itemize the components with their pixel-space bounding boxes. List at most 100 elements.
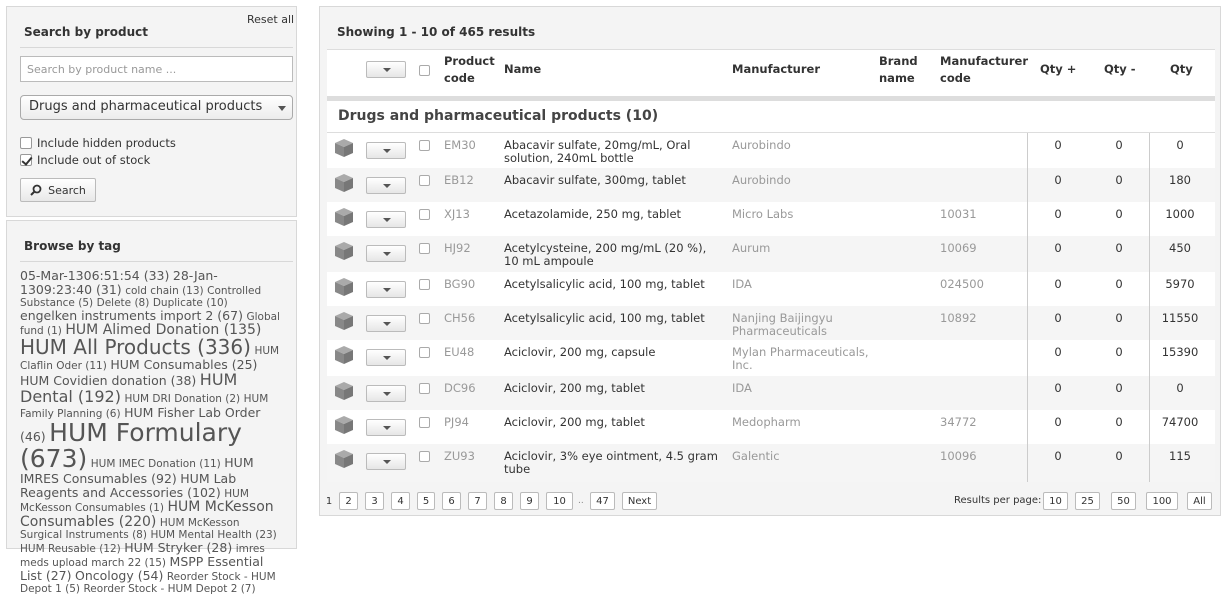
page-button[interactable]: 2 — [339, 492, 358, 510]
page-button[interactable]: 3 — [365, 492, 384, 510]
tag-link[interactable]: Reorder Stock - HUM Depot 2 (7) — [83, 583, 255, 595]
page-button[interactable]: 10 — [546, 492, 573, 510]
search-input[interactable] — [20, 56, 293, 82]
tag-link[interactable]: HUM IMEC Donation (11) — [91, 458, 221, 470]
package-icon — [335, 208, 353, 226]
header-qty-minus[interactable]: Qty - — [1104, 61, 1136, 78]
page-button[interactable]: 4 — [391, 492, 410, 510]
bulk-actions-dropdown[interactable] — [366, 61, 406, 78]
row-actions-dropdown[interactable] — [366, 245, 406, 262]
page-button[interactable]: 7 — [468, 492, 487, 510]
row-actions-dropdown[interactable] — [366, 142, 406, 159]
row-actions-dropdown[interactable] — [366, 211, 406, 228]
row-checkbox[interactable] — [419, 279, 430, 290]
search-button[interactable]: Search — [20, 178, 96, 202]
results-per-page-option[interactable]: 100 — [1146, 492, 1178, 510]
product-code[interactable]: XJ13 — [444, 207, 470, 221]
product-code[interactable]: EU48 — [444, 345, 474, 359]
results-per-page-option[interactable]: 25 — [1075, 492, 1100, 510]
table-row[interactable]: ZU93 Aciclovir, 3% eye ointment, 4.5 gram… — [327, 444, 1215, 482]
row-checkbox[interactable] — [419, 383, 430, 394]
tag-link[interactable]: HUM All Products (336) — [20, 335, 251, 359]
tag-link[interactable]: engelken instruments import 2 (67) — [20, 308, 243, 323]
qty-plus: 0 — [1054, 138, 1062, 152]
product-code[interactable]: DC96 — [444, 381, 476, 395]
table-row[interactable]: PJ94 Aciclovir, 200 mg, tablet Medopharm 34… — [327, 410, 1215, 444]
row-checkbox[interactable] — [419, 140, 430, 151]
header-manufacturer[interactable]: Manufacturer — [732, 61, 820, 78]
product-name[interactable]: Abacavir sulfate, 20mg/mL, Oral solution… — [504, 138, 724, 165]
table-row[interactable]: EB12 Abacavir sulfate, 300mg, tablet Aurob… — [327, 168, 1215, 202]
product-name[interactable]: Aciclovir, 200 mg, tablet — [504, 381, 724, 395]
results-per-page-option[interactable]: All — [1187, 492, 1212, 510]
product-code[interactable]: EM30 — [444, 138, 476, 152]
row-checkbox[interactable] — [419, 243, 430, 254]
row-checkbox[interactable] — [419, 417, 430, 428]
row-actions-dropdown[interactable] — [366, 281, 406, 298]
search-button-label: Search — [48, 183, 86, 197]
table-row[interactable]: CH56 Acetylsalicylic acid, 100 mg, tablet… — [327, 306, 1215, 340]
row-checkbox[interactable] — [419, 209, 430, 220]
results-per-page-option[interactable]: 50 — [1111, 492, 1136, 510]
product-code[interactable]: EB12 — [444, 173, 474, 187]
row-checkbox[interactable] — [419, 175, 430, 186]
row-checkbox[interactable] — [419, 347, 430, 358]
table-row[interactable]: XJ13 Acetazolamide, 250 mg, tablet Micro L… — [327, 202, 1215, 236]
product-code[interactable]: BG90 — [444, 277, 475, 291]
reset-all-link[interactable]: Reset all — [247, 13, 294, 26]
tag-link[interactable]: Oncology (54) — [75, 568, 163, 583]
header-name[interactable]: Name — [504, 61, 541, 78]
category-select[interactable]: Drugs and pharmaceutical products — [20, 95, 293, 120]
include-hidden-row[interactable]: Include hidden products — [20, 136, 176, 150]
row-actions-dropdown[interactable] — [366, 315, 406, 332]
product-name[interactable]: Acetylsalicylic acid, 100 mg, tablet — [504, 277, 724, 291]
row-actions-dropdown[interactable] — [366, 349, 406, 366]
include-hidden-checkbox[interactable] — [20, 137, 32, 149]
row-actions-dropdown[interactable] — [366, 385, 406, 402]
row-actions-dropdown[interactable] — [366, 177, 406, 194]
include-out-of-stock-checkbox[interactable] — [20, 154, 32, 166]
tag-link[interactable]: HUM Covidien donation (38) — [20, 373, 196, 388]
table-row[interactable]: EU48 Aciclovir, 200 mg, capsule Mylan Phar… — [327, 340, 1215, 376]
results-panel: Showing 1 - 10 of 465 results Product co… — [319, 6, 1221, 516]
table-row[interactable]: EM30 Abacavir sulfate, 20mg/mL, Oral solu… — [327, 133, 1215, 168]
page-button[interactable]: 5 — [417, 492, 435, 510]
search-icon — [30, 184, 42, 196]
select-all-checkbox[interactable] — [419, 65, 430, 76]
header-qty[interactable]: Qty — [1170, 61, 1193, 78]
row-actions-dropdown[interactable] — [366, 419, 406, 436]
header-qty-plus[interactable]: Qty + — [1040, 61, 1076, 78]
table-row[interactable]: HJ92 Acetylcysteine, 200 mg/mL (20 %), 10… — [327, 236, 1215, 272]
product-name[interactable]: Acetylsalicylic acid, 100 mg, tablet — [504, 311, 724, 325]
tag-link[interactable]: HUM Reusable (12) — [20, 543, 121, 555]
row-actions-dropdown[interactable] — [366, 453, 406, 470]
include-oos-row[interactable]: Include out of stock — [20, 153, 150, 167]
page-last[interactable]: 47 — [590, 492, 615, 510]
product-name[interactable]: Acetylcysteine, 200 mg/mL (20 %), 10 mL … — [504, 241, 724, 268]
product-code[interactable]: HJ92 — [444, 241, 471, 255]
table-row[interactable]: DC96 Aciclovir, 200 mg, tablet IDA 0 0 0 — [327, 376, 1215, 410]
product-name[interactable]: Abacavir sulfate, 300mg, tablet — [504, 173, 724, 187]
product-name[interactable]: Acetazolamide, 250 mg, tablet — [504, 207, 724, 221]
results-per-page-label: Results per page: — [954, 495, 1042, 506]
product-name[interactable]: Aciclovir, 200 mg, capsule — [504, 345, 724, 359]
header-manufacturer-code[interactable]: Manufacturer code — [940, 53, 1028, 86]
header-brand-name[interactable]: Brand name — [879, 53, 918, 86]
product-name[interactable]: Aciclovir, 200 mg, tablet — [504, 415, 724, 429]
page-button[interactable]: 6 — [442, 492, 461, 510]
tag-link[interactable]: cold chain (13) — [125, 285, 203, 297]
table-row[interactable]: BG90 Acetylsalicylic acid, 100 mg, tablet… — [327, 272, 1215, 306]
product-code[interactable]: PJ94 — [444, 415, 469, 429]
row-checkbox[interactable] — [419, 451, 430, 462]
row-checkbox[interactable] — [419, 313, 430, 324]
page-button[interactable]: 9 — [520, 492, 539, 510]
header-product-code[interactable]: Product code — [444, 53, 495, 86]
page-button[interactable]: 8 — [494, 492, 513, 510]
product-code[interactable]: CH56 — [444, 311, 475, 325]
product-code[interactable]: ZU93 — [444, 449, 475, 463]
next-page-button[interactable]: Next — [622, 492, 657, 510]
results-per-page-option[interactable]: 10 — [1043, 492, 1068, 510]
tag-link[interactable]: HUM Stryker (28) — [124, 540, 232, 555]
product-name[interactable]: Aciclovir, 3% eye ointment, 4.5 gram tub… — [504, 449, 724, 476]
tag-link[interactable]: HUM DRI Donation (2) — [124, 393, 240, 405]
